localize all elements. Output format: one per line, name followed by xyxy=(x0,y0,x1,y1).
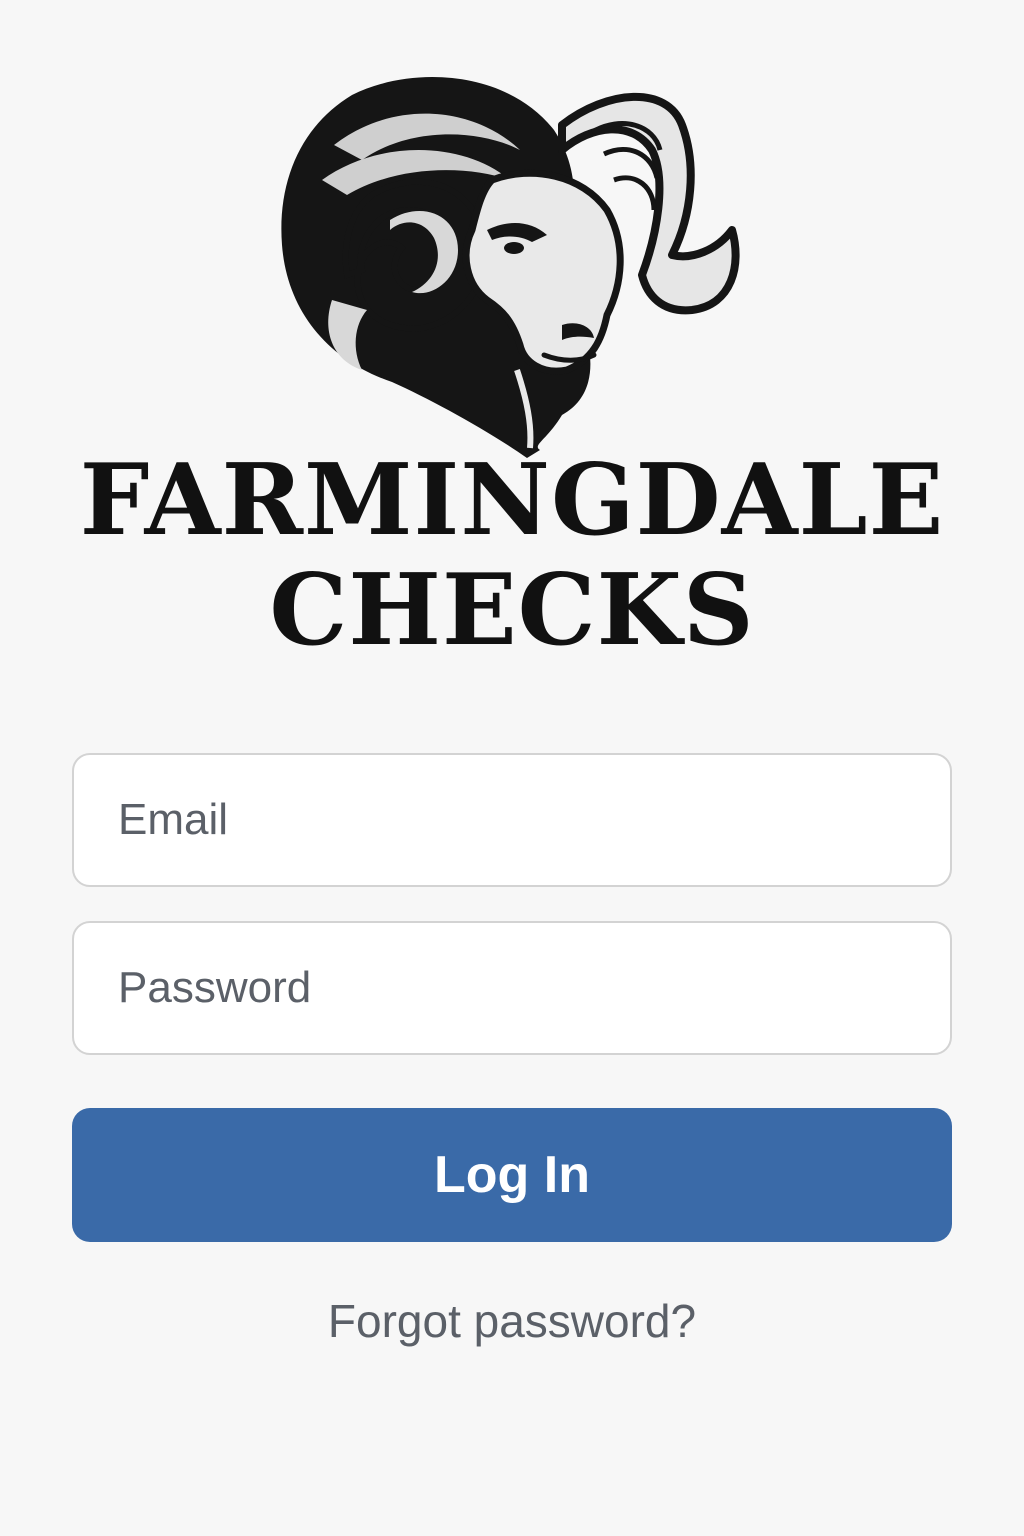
brand-logo: FARMINGDALE CHECKS xyxy=(0,60,1024,680)
brand-name-line-2: CHECKS xyxy=(269,553,755,668)
password-field[interactable] xyxy=(72,921,952,1055)
email-field[interactable] xyxy=(72,753,952,887)
forgot-password-link[interactable]: Forgot password? xyxy=(0,1294,1024,1348)
login-button[interactable]: Log In xyxy=(72,1108,952,1242)
brand-name-line-1: FARMINGDALE xyxy=(79,443,945,558)
ram-head-icon xyxy=(281,77,740,459)
